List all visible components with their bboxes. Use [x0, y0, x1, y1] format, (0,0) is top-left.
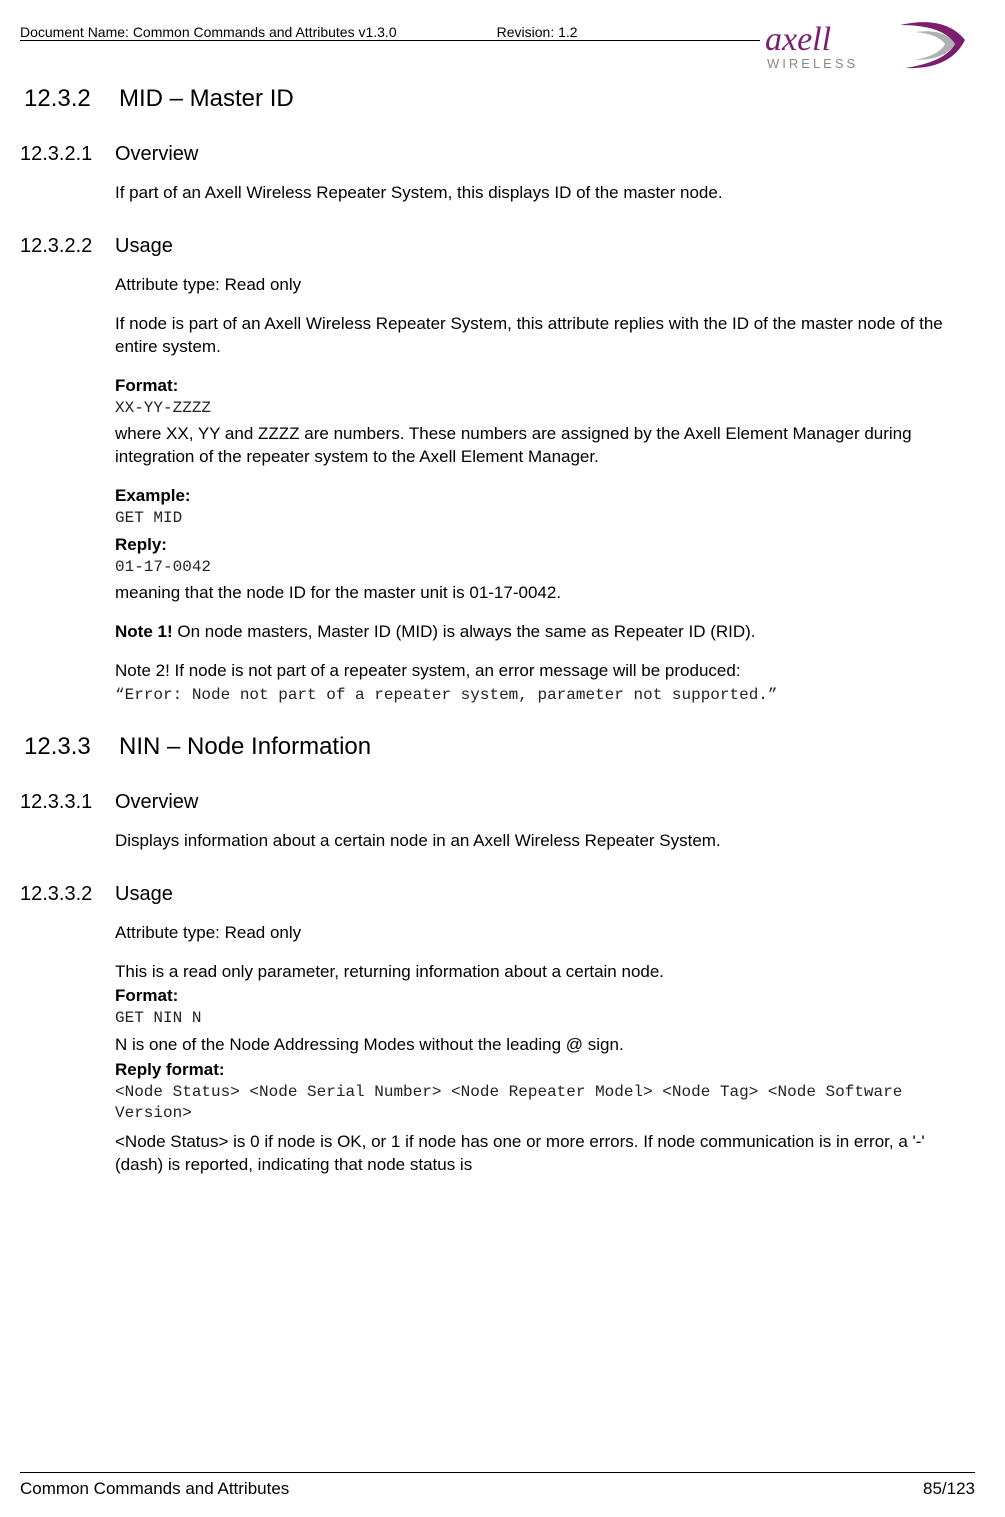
subsection-title: Overview [115, 791, 198, 814]
page-number: 85/123 [923, 1479, 975, 1499]
footer-row: Common Commands and Attributes 85/123 [20, 1479, 975, 1499]
subsection-12-3-3-2: 12.3.3.2 Usage [20, 883, 975, 906]
subsection-number: 12.3.3.2 [20, 883, 115, 906]
note1-label: Note 1! [115, 622, 173, 641]
revision: Revision: 1.2 [497, 24, 578, 40]
format-label: Format: [115, 375, 975, 398]
n-desc: N is one of the Node Addressing Modes wi… [115, 1034, 975, 1057]
section-title: MID – Master ID [119, 85, 294, 113]
overview-text: Displays information about a certain nod… [115, 830, 975, 853]
format-value: GET NIN N [115, 1008, 975, 1030]
section-title: NIN – Node Information [119, 733, 371, 761]
subsection-12-3-2-1: 12.3.2.1 Overview [20, 143, 975, 166]
note1-text: On node masters, Master ID (MID) is alwa… [173, 622, 756, 641]
section-12-3-3: 12.3.3 NIN – Node Information [20, 733, 975, 761]
overview-text: If part of an Axell Wireless Repeater Sy… [115, 182, 975, 205]
attribute-type: Attribute type: Read only [115, 274, 975, 297]
attribute-type: Attribute type: Read only [115, 922, 975, 945]
example-value: GET MID [115, 508, 975, 530]
logo-swirl-icon [900, 22, 965, 68]
content: 12.3.2 MID – Master ID 12.3.2.1 Overview… [20, 85, 975, 1177]
subsection-number: 12.3.2.2 [20, 235, 115, 258]
overview-body: If part of an Axell Wireless Repeater Sy… [115, 182, 975, 205]
format-value: XX-YY-ZZZZ [115, 398, 975, 420]
section-12-3-2: 12.3.2 MID – Master ID [20, 85, 975, 113]
usage-desc: This is a read only parameter, returning… [115, 961, 975, 984]
header-left: Document Name: Common Commands and Attri… [20, 20, 765, 51]
reply-label: Reply: [115, 534, 975, 557]
subsection-number: 12.3.2.1 [20, 143, 115, 166]
note-1: Note 1! On node masters, Master ID (MID)… [115, 621, 975, 644]
usage-body-2: Attribute type: Read only This is a read… [115, 922, 975, 1177]
subsection-12-3-2-2: 12.3.2.2 Usage [20, 235, 975, 258]
usage-desc: If node is part of an Axell Wireless Rep… [115, 313, 975, 359]
header-info: Document Name: Common Commands and Attri… [20, 20, 765, 40]
subsection-title: Usage [115, 235, 173, 258]
subsection-number: 12.3.3.1 [20, 791, 115, 814]
status-desc: <Node Status> is 0 if node is OK, or 1 i… [115, 1131, 975, 1177]
usage-body: Attribute type: Read only If node is par… [115, 274, 975, 707]
format-desc: where XX, YY and ZZZZ are numbers. These… [115, 423, 975, 469]
section-number: 12.3.2 [20, 85, 119, 113]
logo-brand-text: axell [765, 21, 831, 58]
note-2: Note 2! If node is not part of a repeate… [115, 660, 975, 683]
reply-format-label: Reply format: [115, 1059, 975, 1082]
example-label: Example: [115, 485, 975, 508]
header: Document Name: Common Commands and Attri… [20, 20, 975, 79]
footer-divider [20, 1472, 975, 1473]
doc-name: Document Name: Common Commands and Attri… [20, 24, 397, 40]
overview-body-2: Displays information about a certain nod… [115, 830, 975, 853]
note-2-error: “Error: Node not part of a repeater syst… [115, 685, 975, 707]
reply-value: 01-17-0042 [115, 557, 975, 579]
logo-sub-text: WIRELESS [767, 56, 858, 71]
axell-logo-icon: axell WIRELESS [765, 20, 975, 74]
page: Document Name: Common Commands and Attri… [0, 0, 1005, 1517]
reply-format-value: <Node Status> <Node Serial Number> <Node… [115, 1082, 975, 1125]
header-divider [20, 40, 760, 41]
logo: axell WIRELESS [765, 20, 975, 79]
format-label: Format: [115, 985, 975, 1008]
subsection-12-3-3-1: 12.3.3.1 Overview [20, 791, 975, 814]
footer-title: Common Commands and Attributes [20, 1479, 289, 1499]
section-number: 12.3.3 [20, 733, 119, 761]
reply-desc: meaning that the node ID for the master … [115, 582, 975, 605]
subsection-title: Overview [115, 143, 198, 166]
footer: Common Commands and Attributes 85/123 [20, 1472, 975, 1499]
subsection-title: Usage [115, 883, 173, 906]
